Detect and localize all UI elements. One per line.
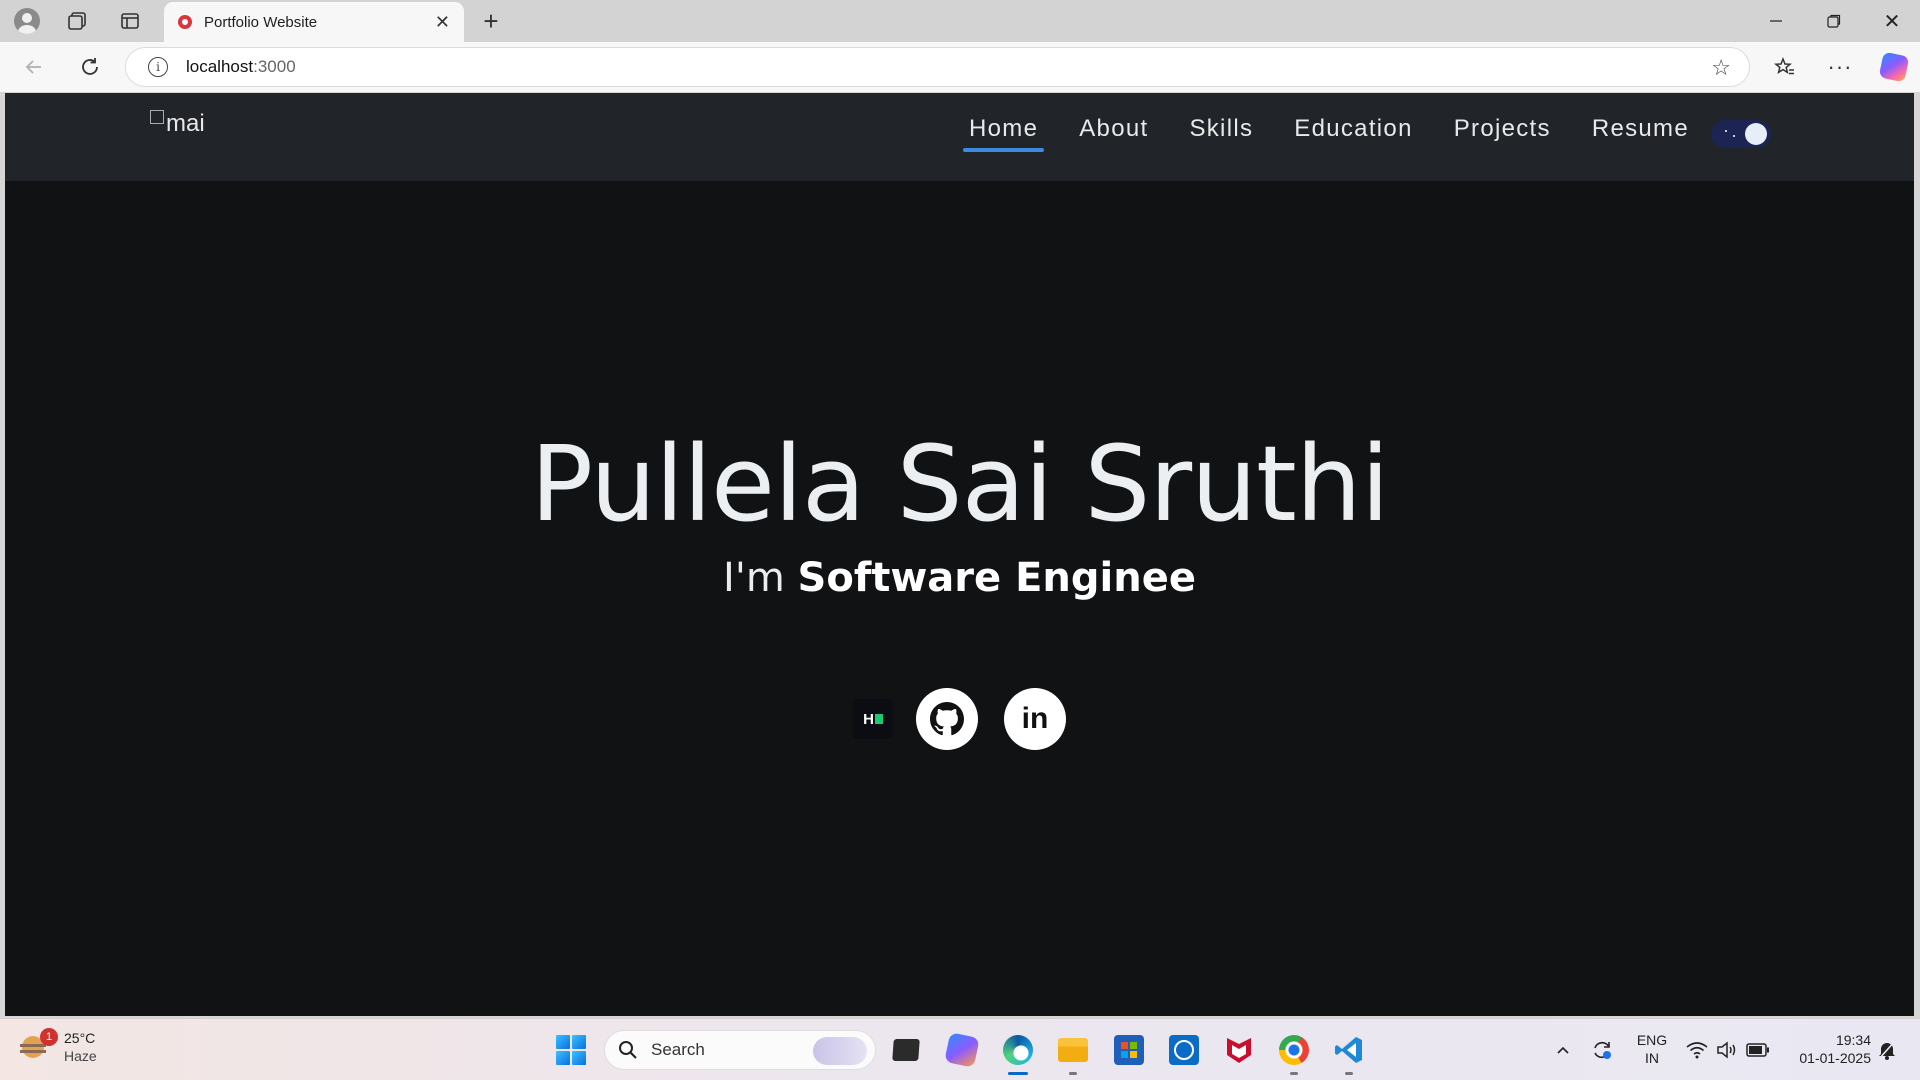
back-arrow-icon[interactable] <box>18 51 50 83</box>
nav-home[interactable]: Home <box>962 115 1045 152</box>
nav-education[interactable]: Education <box>1294 115 1412 151</box>
haze-icon: 1 <box>18 1028 58 1062</box>
nav-resume[interactable]: Resume <box>1592 115 1689 151</box>
taskbar: 1 25°C Haze Search ENG IN 19:34 01-01-20… <box>0 1018 1920 1080</box>
file-explorer-icon[interactable] <box>1056 1033 1090 1075</box>
battery-icon[interactable] <box>1744 1033 1772 1067</box>
browser-toolbar: i localhost:3000 ☆ ··· <box>0 42 1920 92</box>
chrome-icon[interactable] <box>1277 1033 1311 1075</box>
github-icon[interactable] <box>916 688 978 750</box>
vscode-icon[interactable] <box>1332 1033 1366 1075</box>
nav-skills[interactable]: Skills <box>1189 115 1253 151</box>
hero-subtitle: I'm Software Enginee <box>723 555 1196 601</box>
social-links: H in <box>5 688 1914 750</box>
volume-icon[interactable] <box>1714 1033 1740 1067</box>
close-window-button[interactable]: ✕ <box>1864 0 1920 42</box>
theme-toggle[interactable] <box>1711 120 1771 148</box>
weather-temp: 25°C <box>64 1030 96 1046</box>
profile-icon[interactable] <box>12 6 42 36</box>
edge-icon[interactable] <box>1001 1033 1035 1075</box>
search-label: Search <box>651 1040 705 1059</box>
address-bar[interactable]: i localhost:3000 ☆ <box>125 47 1750 87</box>
task-view-icon[interactable] <box>889 1033 923 1067</box>
notification-badge: 1 <box>40 1028 58 1046</box>
nav-about[interactable]: About <box>1079 115 1148 151</box>
reload-icon[interactable] <box>74 51 106 83</box>
workspaces-icon[interactable] <box>62 6 92 36</box>
toggle-knob <box>1745 123 1767 145</box>
taskbar-search[interactable]: Search <box>604 1030 876 1070</box>
tab-title: Portfolio Website <box>204 13 318 31</box>
language-indicator[interactable]: ENG IN <box>1632 1031 1672 1067</box>
favicon-icon <box>178 15 192 29</box>
linkedin-icon[interactable]: in <box>1004 688 1066 750</box>
dell-icon[interactable] <box>1167 1033 1201 1067</box>
system-clock[interactable]: 19:34 01-01-2025 <box>1783 1031 1871 1067</box>
weather-condition: Haze <box>64 1048 97 1064</box>
star-icon[interactable]: ☆ <box>1711 55 1731 81</box>
wifi-icon[interactable] <box>1684 1033 1710 1067</box>
hero-name: Pullela Sai Sruthi <box>530 423 1389 545</box>
more-icon[interactable]: ··· <box>1824 51 1856 83</box>
site-logo[interactable]: mai <box>150 110 218 140</box>
active-tab[interactable]: Portfolio Website ✕ <box>164 2 464 42</box>
weather-widget[interactable]: 1 25°C Haze <box>18 1028 97 1065</box>
favorites-icon[interactable] <box>1769 51 1801 83</box>
url-text: localhost:3000 <box>186 57 296 76</box>
restore-button[interactable] <box>1806 0 1862 42</box>
tab-actions-icon[interactable] <box>115 6 145 36</box>
new-tab-button[interactable]: + <box>476 6 506 36</box>
info-icon[interactable]: i <box>148 57 168 77</box>
search-icon <box>617 1039 639 1061</box>
notification-bell-icon[interactable] <box>1874 1033 1900 1067</box>
page-viewport: mai Home About Skills Education Projects… <box>5 93 1914 1016</box>
start-button[interactable] <box>554 1033 588 1067</box>
search-highlight-icon <box>813 1037 867 1065</box>
nav-projects[interactable]: Projects <box>1454 115 1551 151</box>
hackerrank-icon[interactable]: H <box>853 699 893 739</box>
sync-icon[interactable] <box>1588 1033 1616 1067</box>
site-navbar: mai Home About Skills Education Projects… <box>5 93 1914 181</box>
copilot-icon[interactable] <box>1878 51 1910 83</box>
mcafee-icon[interactable] <box>1222 1033 1256 1067</box>
nav-links: Home About Skills Education Projects Res… <box>928 115 1689 152</box>
copilot-app-icon[interactable] <box>944 1032 980 1068</box>
browser-tab-bar: Portfolio Website ✕ + ✕ <box>0 0 1920 42</box>
store-icon[interactable] <box>1112 1033 1146 1067</box>
close-icon[interactable]: ✕ <box>435 12 450 33</box>
minimize-button[interactable] <box>1748 0 1804 42</box>
chevron-up-icon[interactable] <box>1550 1033 1576 1067</box>
typed-role: Software Enginee <box>797 555 1196 601</box>
